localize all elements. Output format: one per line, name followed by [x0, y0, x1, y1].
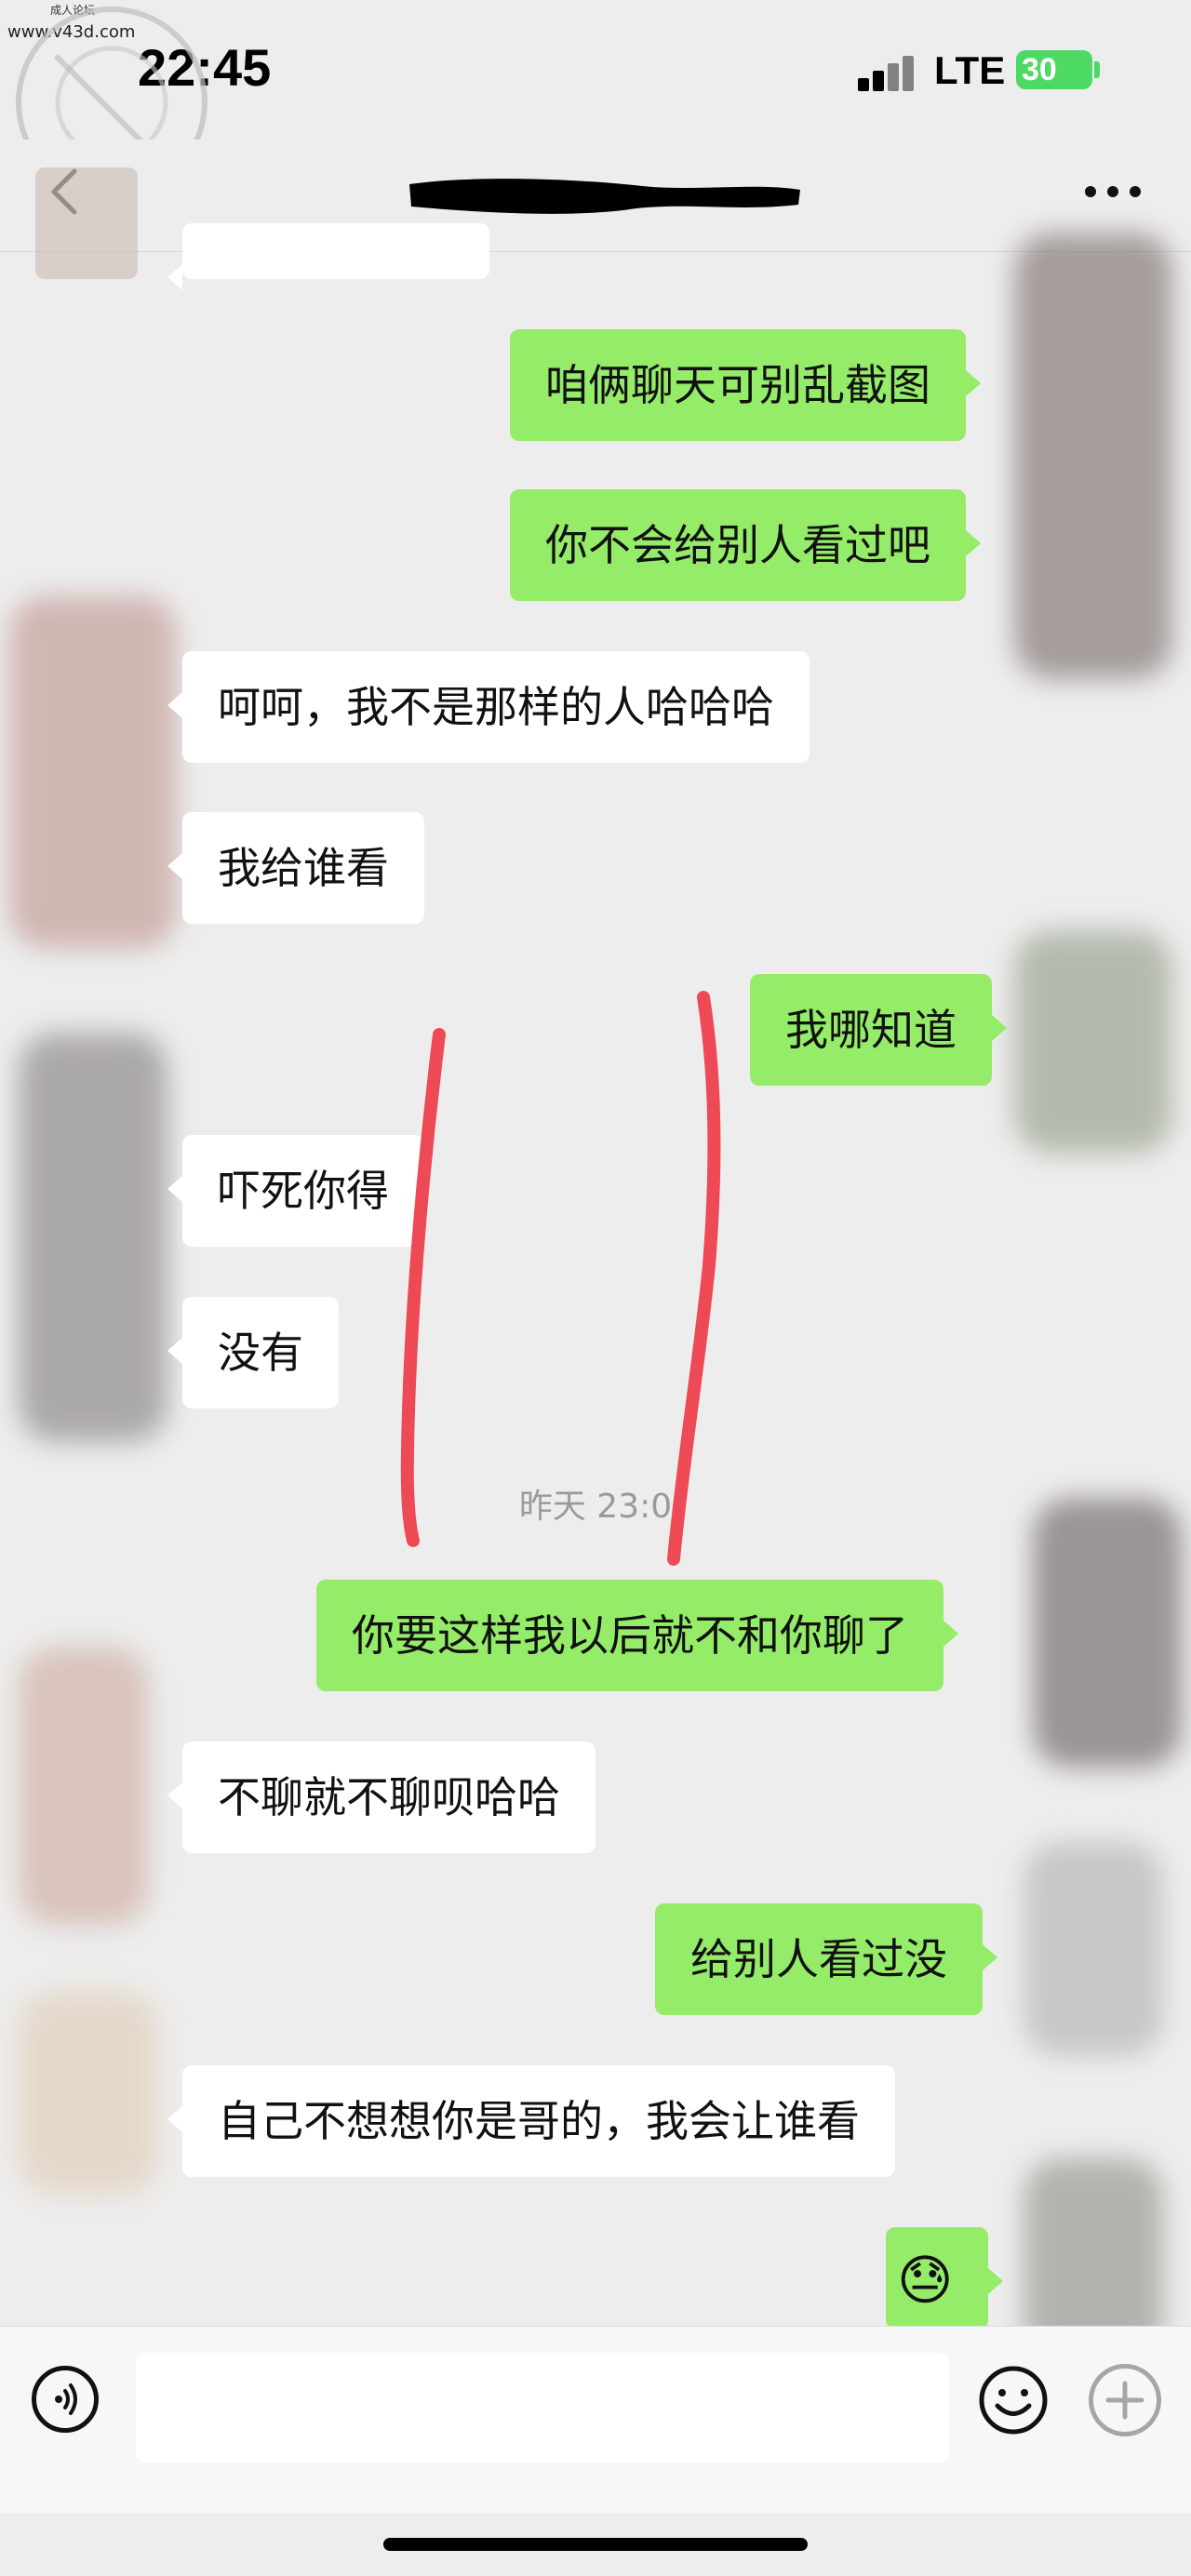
message-text: 吓死你得: [218, 1166, 389, 1216]
sweat-emoji-icon: 😓: [897, 2249, 954, 2312]
emoji-icon[interactable]: [977, 2364, 1050, 2436]
avatar-blur: [1014, 930, 1172, 1154]
plus-icon[interactable]: [1089, 2364, 1161, 2436]
message-input[interactable]: [136, 2353, 949, 2463]
message-bubble-sent: 咱俩聊天可别乱截图: [510, 329, 981, 441]
message-text: 呵呵，我不是那样的人哈哈哈: [218, 682, 774, 732]
message-bubble-received: 呵呵，我不是那样的人哈哈哈: [167, 651, 810, 763]
message-text: 咱俩聊天可别乱截图: [545, 360, 930, 410]
avatar-blur: [9, 595, 177, 949]
redacted-contact-name: [409, 179, 800, 214]
message-timestamp: 昨天 23:0: [518, 1488, 673, 1526]
battery-cap: [1094, 61, 1100, 78]
avatar-blur: [19, 1647, 149, 1926]
message-bubble-received: 我给谁看: [167, 812, 424, 924]
message-text: 自己不想想你是哥的，我会让谁看: [218, 2096, 860, 2146]
message-bubble-sent: 我哪知道: [750, 974, 1007, 1086]
avatar: [35, 167, 138, 279]
avatar-blur: [1024, 1842, 1163, 2056]
avatar-blur: [1014, 233, 1172, 679]
message-text: 没有: [218, 1328, 303, 1378]
message-bubble-sent: 你不会给别人看过吧: [510, 489, 981, 601]
home-indicator[interactable]: [383, 2538, 808, 2551]
status-bar: 22:45 LTE 30: [0, 0, 1191, 140]
message-bubble-received: 不聊就不聊呗哈哈: [167, 1742, 596, 1853]
message-text: 我给谁看: [218, 843, 389, 893]
more-dots-icon[interactable]: [1085, 186, 1144, 201]
message-bubble-received: 没有: [167, 1297, 339, 1408]
message-text: 你不会给别人看过吧: [545, 520, 930, 570]
message-text: 不聊就不聊呗哈哈: [218, 1772, 560, 1822]
voice-icon[interactable]: [32, 2366, 99, 2433]
avatar-blur: [19, 1991, 158, 2196]
message-bubble-received-partial: [167, 223, 489, 290]
message-bubble-received: 吓死你得: [167, 1135, 424, 1247]
avatar-blur: [1033, 1498, 1182, 1768]
avatar-blur: [19, 1033, 167, 1442]
battery-icon: 30: [1016, 50, 1092, 89]
message-bubble-sent: 给别人看过没: [655, 1903, 997, 2015]
message-bubble-sent: 你要这样我以后就不和你聊了: [316, 1580, 958, 1691]
message-text: 给别人看过没: [690, 1934, 947, 1984]
message-text: 我哪知道: [785, 1005, 957, 1055]
input-bar: [0, 2326, 1191, 2513]
message-text: 你要这样我以后就不和你聊了: [352, 1610, 908, 1661]
battery-level: 30: [1022, 52, 1057, 87]
network-type: LTE: [934, 48, 1006, 92]
message-bubble-received: 自己不想想你是哥的，我会让谁看: [167, 2065, 895, 2177]
chat-header: [0, 140, 1191, 252]
status-time: 22:45: [138, 38, 272, 97]
message-bubble-sent-emoji: 😓: [886, 2227, 1003, 2329]
signal-icon: [858, 54, 919, 91]
